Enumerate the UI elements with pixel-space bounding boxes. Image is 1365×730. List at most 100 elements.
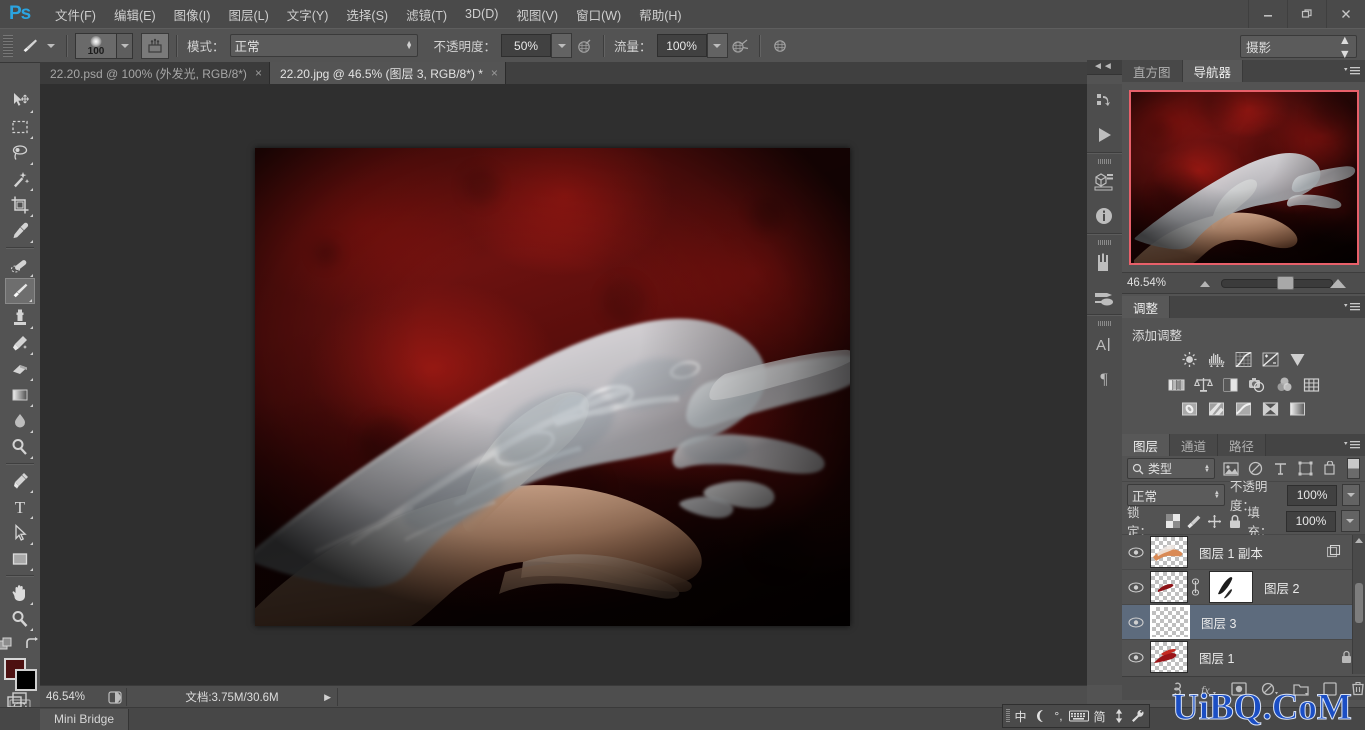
pen-tool[interactable] bbox=[5, 468, 35, 494]
ime-settings-icon[interactable] bbox=[1129, 707, 1146, 725]
threshold-icon[interactable] bbox=[1233, 400, 1254, 419]
tab-navigator[interactable]: 导航器 bbox=[1183, 60, 1244, 82]
magic-wand-tool[interactable] bbox=[5, 166, 35, 192]
layers-scrollbar[interactable] bbox=[1352, 535, 1365, 674]
flow-input[interactable]: 100% bbox=[657, 34, 707, 57]
layer-visibility-toggle[interactable] bbox=[1122, 535, 1150, 569]
selective-color-icon[interactable] bbox=[1287, 400, 1308, 419]
brush-panel-toggle-icon[interactable] bbox=[141, 33, 169, 59]
mini-bridge-button[interactable]: Mini Bridge bbox=[40, 709, 129, 730]
zoom-slider-thumb[interactable] bbox=[1277, 276, 1294, 290]
crop-tool[interactable] bbox=[5, 192, 35, 218]
layer-filter-type-select[interactable]: 类型 ▲▼ bbox=[1127, 458, 1215, 479]
brightness-contrast-icon[interactable] bbox=[1179, 350, 1200, 369]
layer-thumbnail[interactable] bbox=[1150, 536, 1188, 568]
layer-visibility-toggle[interactable] bbox=[1122, 640, 1150, 674]
layer-thumbnail[interactable] bbox=[1150, 605, 1190, 639]
brush-picker-chevron-icon[interactable] bbox=[117, 33, 133, 59]
status-expand-icon[interactable]: ▶ bbox=[324, 692, 331, 703]
layer-visibility-toggle[interactable] bbox=[1122, 605, 1150, 639]
ime-punctuation-icon[interactable]: °, bbox=[1050, 707, 1067, 725]
lock-transparent-icon[interactable] bbox=[1166, 513, 1181, 530]
canvas-stage[interactable] bbox=[40, 84, 1087, 685]
rectangle-tool[interactable] bbox=[5, 546, 35, 572]
black-white-icon[interactable] bbox=[1220, 375, 1241, 394]
opacity-input[interactable]: 50% bbox=[501, 34, 551, 57]
color-balance-icon[interactable] bbox=[1193, 375, 1214, 394]
opacity-dropdown-icon[interactable] bbox=[551, 33, 572, 58]
ime-shape-icon[interactable] bbox=[1031, 707, 1048, 725]
hue-saturation-icon[interactable] bbox=[1166, 375, 1187, 394]
status-zoom-value[interactable]: 46.54% bbox=[40, 688, 104, 706]
path-selection-tool[interactable] bbox=[5, 520, 35, 546]
lasso-tool[interactable] bbox=[5, 140, 35, 166]
layer-opacity-input[interactable]: 100% bbox=[1287, 485, 1337, 506]
menu-type[interactable]: 文字(Y) bbox=[278, 1, 338, 28]
layer-fill-input[interactable]: 100% bbox=[1286, 511, 1336, 532]
delete-layer-icon[interactable] bbox=[1351, 681, 1365, 696]
collapse-left-icon[interactable]: ◄◄ bbox=[1093, 61, 1113, 72]
layer-thumbnail[interactable] bbox=[1150, 571, 1188, 603]
zoom-tool[interactable] bbox=[5, 606, 35, 632]
actions-panel-icon[interactable] bbox=[1087, 118, 1120, 152]
color-swatches[interactable] bbox=[3, 658, 37, 692]
brush-tool-icon[interactable] bbox=[17, 34, 43, 58]
layers-menu-icon[interactable] bbox=[1344, 438, 1360, 451]
blur-tool[interactable] bbox=[5, 408, 35, 434]
levels-icon[interactable] bbox=[1206, 350, 1227, 369]
close-tab-icon[interactable]: × bbox=[491, 66, 498, 80]
table-row[interactable]: 图层 1 副本 bbox=[1122, 535, 1365, 570]
layer-name[interactable]: 图层 3 bbox=[1201, 613, 1236, 632]
ime-simplified-icon[interactable]: 简 bbox=[1091, 707, 1108, 725]
mask-link-icon[interactable] bbox=[1191, 578, 1202, 596]
shape-filter-icon[interactable] bbox=[1296, 459, 1315, 478]
layer-opacity-dropdown-icon[interactable] bbox=[1342, 484, 1360, 506]
marquee-tool[interactable] bbox=[5, 114, 35, 140]
clone-stamp-tool[interactable] bbox=[5, 304, 35, 330]
blend-mode-select[interactable]: 正常 ▲▼ bbox=[230, 34, 418, 57]
history-panel-icon[interactable] bbox=[1087, 84, 1120, 118]
layer-effects-icon[interactable] bbox=[1327, 545, 1341, 559]
zoom-in-icon[interactable] bbox=[1327, 277, 1349, 289]
status-doc-size[interactable]: 文档:3.75M/30.6M ▶ bbox=[126, 688, 338, 706]
3d-panel-icon[interactable] bbox=[1087, 165, 1120, 199]
filter-enable-toggle[interactable] bbox=[1347, 458, 1360, 479]
brush-presets-panel-icon[interactable] bbox=[1087, 246, 1120, 280]
navigator-zoom-value[interactable]: 46.54% bbox=[1122, 274, 1189, 292]
navigator-zoom-slider[interactable] bbox=[1189, 273, 1365, 293]
dock-grip-3[interactable] bbox=[1098, 321, 1112, 326]
character-panel-icon[interactable]: A bbox=[1087, 327, 1120, 361]
table-row[interactable]: 图层 3 bbox=[1122, 605, 1365, 640]
close-tab-icon[interactable]: × bbox=[255, 66, 262, 80]
menu-select[interactable]: 选择(S) bbox=[337, 1, 397, 28]
tab-channels[interactable]: 通道 bbox=[1170, 434, 1218, 456]
layer-mask-thumbnail[interactable] bbox=[1209, 571, 1253, 603]
info-panel-icon[interactable] bbox=[1087, 199, 1120, 233]
photo-filter-icon[interactable] bbox=[1247, 375, 1268, 394]
curves-icon[interactable] bbox=[1233, 350, 1254, 369]
gradient-map-icon[interactable] bbox=[1260, 400, 1281, 419]
panel-menu-icon[interactable] bbox=[1344, 64, 1360, 77]
lock-all-icon[interactable] bbox=[1227, 513, 1242, 530]
menu-3d[interactable]: 3D(D) bbox=[456, 3, 507, 25]
layer-visibility-toggle[interactable] bbox=[1122, 570, 1150, 604]
layers-scrollbar-thumb[interactable] bbox=[1355, 583, 1363, 623]
document-tab-jpg[interactable]: 22.20.jpg @ 46.5% (图层 3, RGB/8*) * × bbox=[270, 62, 506, 84]
restore-icon[interactable] bbox=[1287, 0, 1326, 28]
minimize-icon[interactable] bbox=[1248, 0, 1287, 28]
table-row[interactable]: 图层 2 bbox=[1122, 570, 1365, 605]
close-icon[interactable] bbox=[1326, 0, 1365, 28]
exposure-icon[interactable] bbox=[1260, 350, 1281, 369]
options-grip[interactable] bbox=[3, 35, 13, 57]
layer-thumbnail[interactable] bbox=[1150, 641, 1188, 673]
posterize-icon[interactable] bbox=[1206, 400, 1227, 419]
menu-file[interactable]: 文件(F) bbox=[46, 1, 105, 28]
status-proof-icon[interactable] bbox=[104, 691, 126, 704]
healing-brush-tool[interactable] bbox=[5, 252, 35, 278]
tab-paths[interactable]: 路径 bbox=[1218, 434, 1266, 456]
ime-language-icon[interactable]: 中 bbox=[1012, 707, 1029, 725]
menu-view[interactable]: 视图(V) bbox=[507, 1, 567, 28]
ime-grip[interactable] bbox=[1006, 709, 1010, 723]
brush-preset-chevron-icon[interactable] bbox=[43, 44, 59, 48]
document-tab-psd[interactable]: 22.20.psd @ 100% (外发光, RGB/8*) × bbox=[40, 62, 270, 84]
